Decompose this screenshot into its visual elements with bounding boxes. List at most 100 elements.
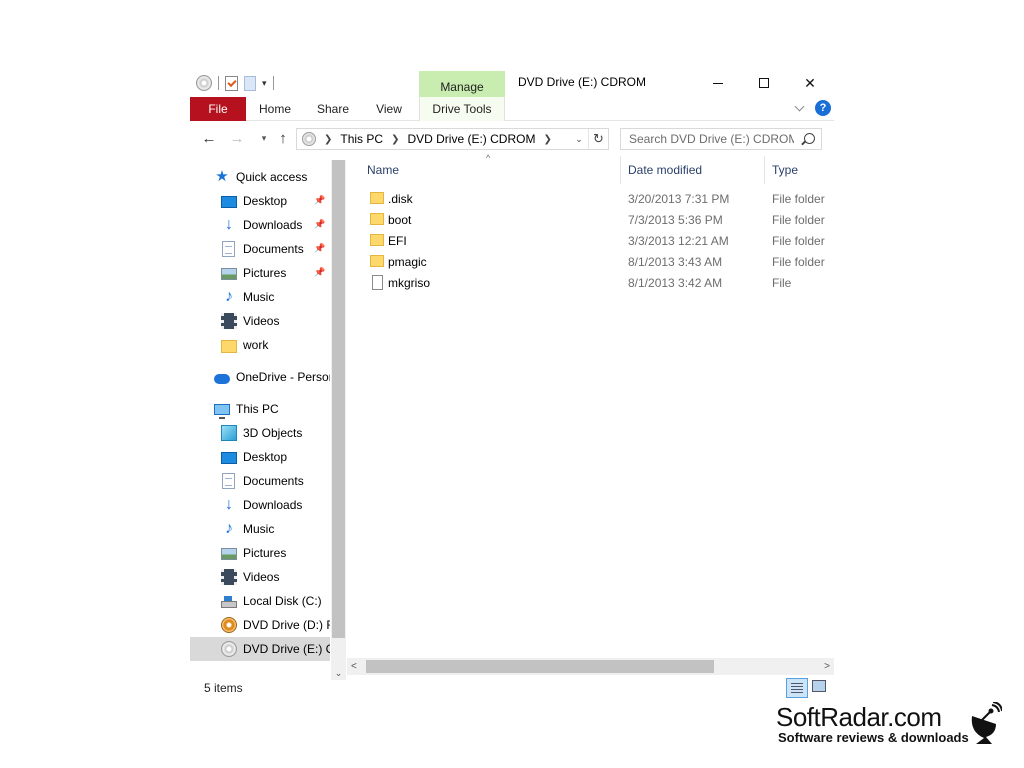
up-arrow-icon[interactable]: ↑ — [273, 128, 293, 148]
search-input[interactable] — [629, 132, 794, 146]
properties-icon[interactable] — [225, 75, 238, 91]
tab-drive-tools[interactable]: Drive Tools — [419, 97, 505, 121]
tab-view[interactable]: View — [366, 97, 412, 121]
address-dropdown-chevron-icon[interactable]: ⌄ — [572, 129, 586, 149]
close-icon: ✕ — [804, 74, 816, 91]
cd-drive-icon — [302, 132, 316, 146]
tab-share[interactable]: Share — [308, 97, 358, 121]
status-item-count: 5 items — [204, 681, 243, 695]
breadcrumb-chevron-icon[interactable]: ❯ — [391, 134, 399, 145]
sidebar-item-music[interactable]: ♪ Music — [190, 285, 330, 309]
sidebar-item-3d-objects[interactable]: 3D Objects — [190, 421, 330, 445]
pin-icon[interactable]: 📌 — [314, 219, 325, 231]
folder-icon — [221, 339, 237, 353]
file-row[interactable]: pmagic 8/1/2013 3:43 AM File folder — [354, 251, 834, 272]
cd-drive-icon — [221, 641, 237, 657]
sidebar-scrollbar-thumb[interactable] — [332, 160, 345, 638]
cloud-icon — [214, 373, 230, 384]
sidebar-item-label: 3D Objects — [243, 426, 303, 440]
recent-locations-chevron-icon[interactable]: ▾ — [254, 128, 274, 148]
back-arrow-icon[interactable]: ← — [199, 128, 219, 148]
toolbar-divider — [272, 76, 274, 90]
sidebar-item-work[interactable]: work — [190, 333, 330, 357]
minimize-button[interactable] — [695, 70, 741, 96]
sidebar-item-downloads[interactable]: ↓ Downloads — [190, 493, 330, 517]
sidebar-item-onedrive[interactable]: OneDrive - Persor — [190, 365, 330, 389]
expand-ribbon-chevron-icon[interactable] — [794, 102, 806, 114]
watermark-tagline: Software reviews & downloads — [778, 730, 969, 745]
maximize-button[interactable] — [741, 70, 787, 96]
sidebar-item-downloads[interactable]: ↓ Downloads 📌 — [190, 213, 330, 237]
scroll-left-chevron-icon[interactable]: < — [351, 658, 357, 675]
column-header-date-modified[interactable]: Date modified — [628, 156, 702, 184]
file-row[interactable]: EFI 3/3/2013 12:21 AM File folder — [354, 230, 834, 251]
navigation-pane: ★ Quick access Desktop 📌 ↓ Downloads 📌 D… — [190, 160, 346, 676]
forward-arrow-icon[interactable]: → — [227, 128, 247, 148]
breadcrumb-chevron-icon[interactable]: ❯ — [543, 134, 551, 145]
scroll-down-chevron-icon[interactable]: ⌄ — [333, 666, 344, 680]
breadcrumb-chevron-icon[interactable]: ❯ — [324, 134, 332, 145]
column-header-type[interactable]: Type — [772, 156, 798, 184]
search-icon[interactable] — [804, 133, 815, 144]
sidebar-item-videos[interactable]: Videos — [190, 309, 330, 333]
music-note-icon: ♪ — [225, 520, 233, 537]
breadcrumb-this-pc[interactable]: This PC — [340, 132, 383, 146]
pin-icon[interactable]: 📌 — [314, 243, 325, 255]
sidebar-item-pictures[interactable]: Pictures — [190, 541, 330, 565]
sidebar-item-label: Videos — [243, 314, 280, 328]
window-title: DVD Drive (E:) CDROM — [518, 75, 646, 89]
sidebar-item-music[interactable]: ♪ Music — [190, 517, 330, 541]
sidebar-item-videos[interactable]: Videos — [190, 565, 330, 589]
file-row[interactable]: .disk 3/20/2013 7:31 PM File folder — [354, 188, 834, 209]
pin-icon[interactable]: 📌 — [314, 267, 325, 279]
refresh-icon[interactable]: ↻ — [588, 129, 608, 149]
star-icon: ★ — [215, 168, 229, 185]
sidebar-item-label: Downloads — [243, 498, 303, 512]
sidebar-item-this-pc[interactable]: This PC — [190, 397, 330, 421]
sidebar-item-label: This PC — [236, 402, 279, 416]
horizontal-scrollbar[interactable]: < > — [347, 658, 834, 675]
toolbar-divider — [218, 76, 219, 90]
sidebar-scrollbar[interactable]: ⌄ — [331, 160, 346, 680]
column-divider[interactable] — [764, 156, 765, 184]
file-row[interactable]: mkgriso 8/1/2013 3:42 AM File — [354, 272, 834, 293]
customize-toolbar-dropdown-icon[interactable]: ▾ — [262, 78, 267, 89]
desktop-icon — [221, 196, 237, 208]
sidebar-item-quick-access[interactable]: ★ Quick access — [190, 165, 330, 189]
address-bar[interactable]: ❯ This PC ❯ DVD Drive (E:) CDROM ❯ ⌄ ↻ — [296, 128, 609, 150]
sidebar-item-dvd-drive-d[interactable]: DVD Drive (D:) R — [190, 613, 330, 637]
tab-file[interactable]: File — [190, 97, 246, 121]
breadcrumb-dvd-drive[interactable]: DVD Drive (E:) CDROM — [407, 132, 535, 146]
sidebar-item-dvd-drive-e[interactable]: DVD Drive (E:) CI — [190, 637, 330, 661]
sidebar-item-documents[interactable]: Documents 📌 — [190, 237, 330, 261]
sidebar-item-pictures[interactable]: Pictures 📌 — [190, 261, 330, 285]
help-icon[interactable]: ? — [815, 100, 831, 116]
horizontal-scrollbar-thumb[interactable] — [366, 660, 714, 673]
scroll-right-chevron-icon[interactable]: > — [824, 658, 830, 675]
file-row[interactable]: boot 7/3/2013 5:36 PM File folder — [354, 209, 834, 230]
file-date-modified: 7/3/2013 5:36 PM — [628, 212, 723, 227]
search-box[interactable] — [620, 128, 822, 150]
file-name: mkgriso — [388, 275, 431, 290]
close-button[interactable]: ✕ — [787, 70, 833, 96]
column-divider[interactable] — [620, 156, 621, 184]
pin-icon[interactable]: 📌 — [314, 195, 325, 207]
details-view-icon[interactable] — [786, 678, 808, 698]
cd-drive-icon[interactable] — [196, 75, 212, 91]
sidebar-item-documents[interactable]: Documents — [190, 469, 330, 493]
large-icons-view-icon[interactable] — [812, 680, 826, 692]
tab-home[interactable]: Home — [250, 97, 300, 121]
sidebar-item-label: DVD Drive (D:) R — [243, 618, 330, 632]
film-strip-icon — [221, 313, 237, 329]
file-name: EFI — [388, 233, 407, 248]
column-header-name[interactable]: Name — [367, 156, 399, 184]
sidebar-item-local-disk-c[interactable]: Local Disk (C:) — [190, 589, 330, 613]
new-folder-icon[interactable] — [244, 75, 256, 91]
sidebar-item-desktop[interactable]: Desktop — [190, 445, 330, 469]
hard-disk-icon — [221, 595, 237, 608]
cube-icon — [221, 425, 237, 441]
folder-icon — [370, 213, 384, 225]
sidebar-item-label: DVD Drive (E:) CI — [243, 642, 330, 656]
sidebar-item-desktop[interactable]: Desktop 📌 — [190, 189, 330, 213]
sidebar-item-label: work — [243, 338, 269, 352]
